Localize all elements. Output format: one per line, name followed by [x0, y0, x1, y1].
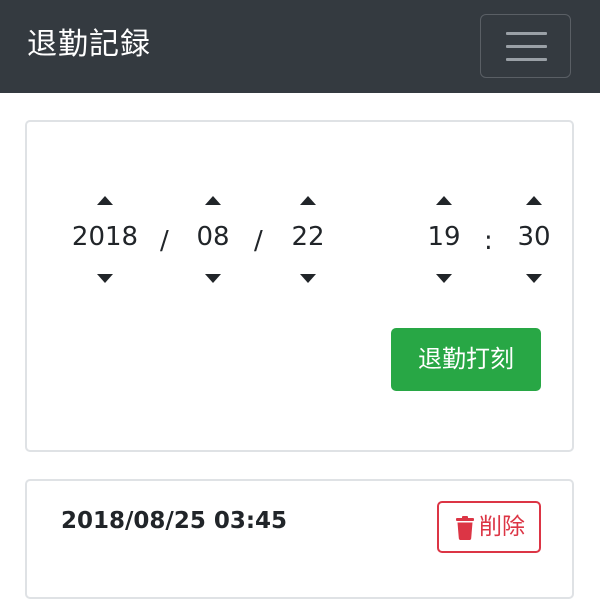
year-increment-arrow-icon[interactable]	[97, 196, 113, 205]
hour-spinner: 19	[404, 196, 484, 296]
hour-value[interactable]: 19	[404, 218, 484, 256]
minute-increment-arrow-icon[interactable]	[526, 196, 542, 205]
datetime-picker-card: 2018 / 08 / 22 19 : 30 退勤打刻	[25, 120, 574, 452]
navbar: 退勤記録	[0, 0, 600, 93]
date-separator: /	[254, 226, 263, 256]
year-decrement-arrow-icon[interactable]	[97, 274, 113, 283]
delete-label: 削除	[479, 514, 525, 540]
clock-out-button[interactable]: 退勤打刻	[391, 328, 541, 391]
delete-button[interactable]: 削除	[437, 501, 541, 553]
hour-increment-arrow-icon[interactable]	[436, 196, 452, 205]
menu-toggle-button[interactable]	[480, 14, 571, 78]
year-value[interactable]: 2018	[65, 218, 145, 256]
hamburger-icon	[506, 45, 547, 48]
month-decrement-arrow-icon[interactable]	[205, 274, 221, 283]
year-spinner: 2018	[65, 196, 145, 296]
minute-decrement-arrow-icon[interactable]	[526, 274, 542, 283]
time-separator: :	[484, 226, 493, 256]
record-datetime: 2018/08/25 03:45	[61, 508, 288, 534]
month-value[interactable]: 08	[173, 218, 253, 256]
minute-spinner: 30	[494, 196, 574, 296]
hamburger-icon	[506, 32, 547, 35]
trash-icon	[456, 516, 474, 540]
hamburger-icon	[506, 58, 547, 61]
app-title[interactable]: 退勤記録	[27, 25, 151, 65]
day-value[interactable]: 22	[268, 218, 348, 256]
month-spinner: 08	[173, 196, 253, 296]
day-spinner: 22	[268, 196, 348, 296]
day-increment-arrow-icon[interactable]	[300, 196, 316, 205]
month-increment-arrow-icon[interactable]	[205, 196, 221, 205]
hour-decrement-arrow-icon[interactable]	[436, 274, 452, 283]
minute-value[interactable]: 30	[494, 218, 574, 256]
date-separator: /	[160, 226, 169, 256]
record-card: 2018/08/25 03:45 削除	[25, 479, 574, 599]
day-decrement-arrow-icon[interactable]	[300, 274, 316, 283]
